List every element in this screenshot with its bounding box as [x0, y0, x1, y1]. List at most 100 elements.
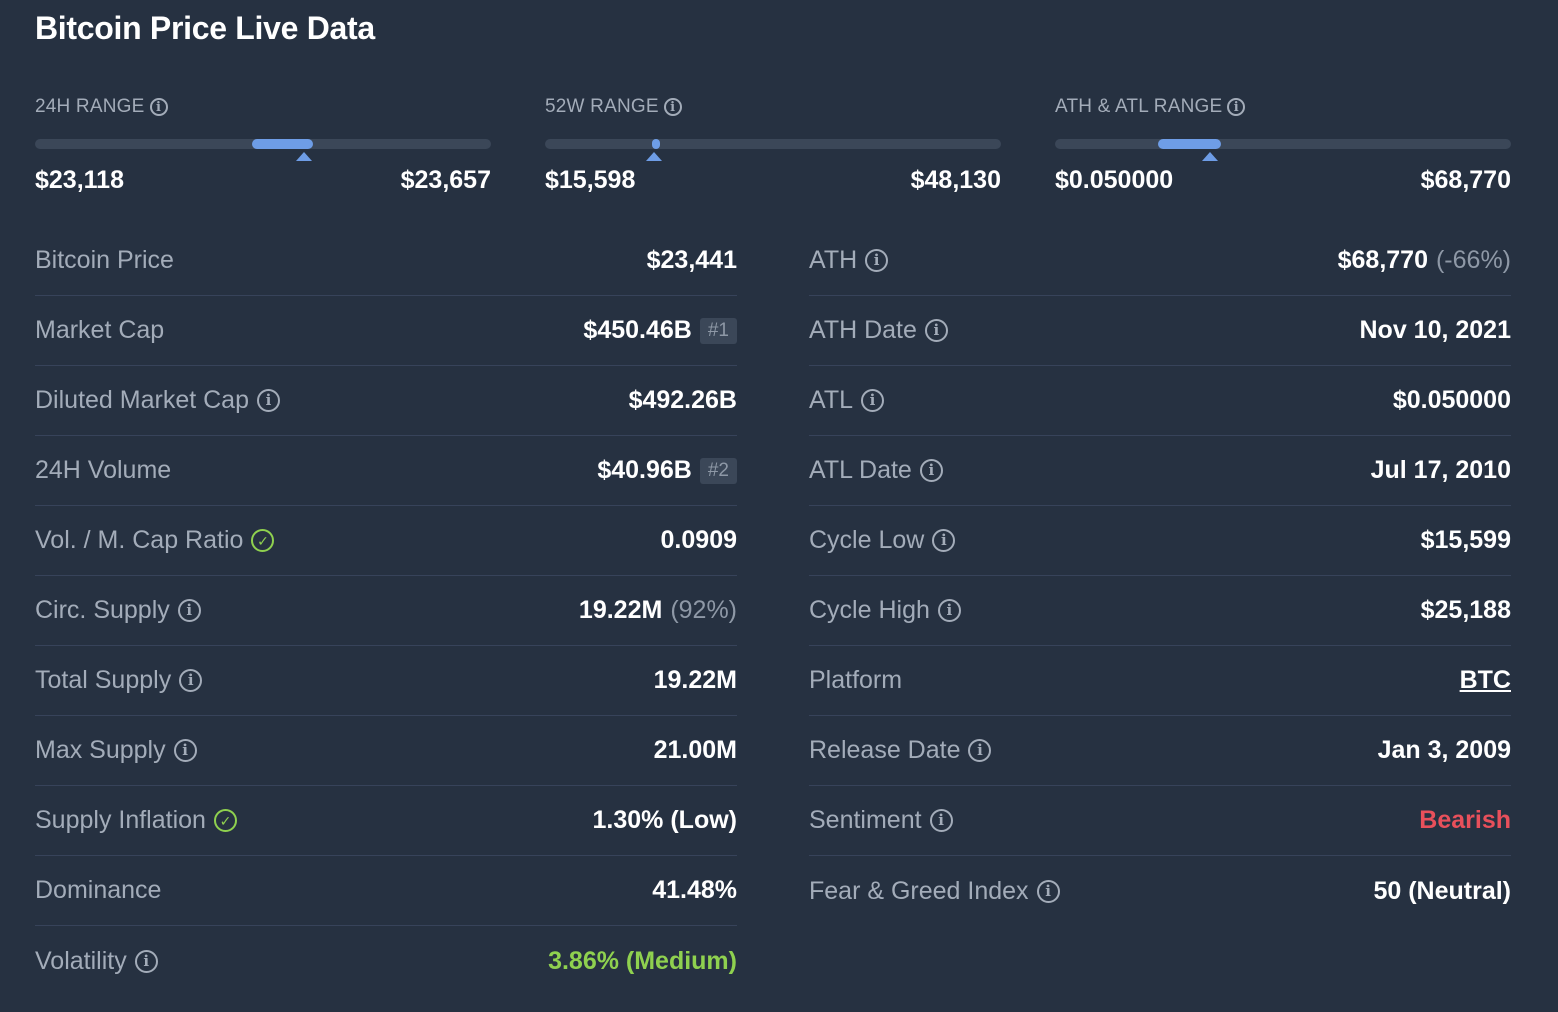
platform-link[interactable]: BTC — [1460, 666, 1511, 695]
stat-label-text: 24H Volume — [35, 456, 172, 484]
stat-value-text: 1.30% (Low) — [592, 806, 737, 834]
stat-label-text: Circ. Supply — [35, 596, 170, 624]
stat-value-text: $68,770 — [1337, 246, 1428, 274]
stat-row-atl-date: ATL Date i Jul 17, 2010 — [809, 436, 1511, 506]
stat-label: Bitcoin Price — [35, 246, 174, 275]
stat-value: Jul 17, 2010 — [1371, 456, 1511, 485]
stat-row-ath-date: ATH Date i Nov 10, 2021 — [809, 296, 1511, 366]
stats-left-column: Bitcoin Price $23,441 Market Cap $450.46B #1… — [35, 226, 737, 996]
range-track — [1055, 139, 1511, 149]
stat-value-text: 21.00M — [653, 736, 737, 764]
range-low: $15,598 — [545, 166, 636, 194]
stat-label-text: Diluted Market Cap — [35, 386, 249, 414]
stat-label-text: Release Date — [809, 736, 961, 764]
stat-value: $0.050000 — [1393, 386, 1511, 415]
stat-value: 0.0909 — [661, 526, 737, 555]
stat-label: Sentiment i — [809, 806, 953, 835]
info-icon[interactable]: i — [256, 389, 280, 412]
stat-row-cycle-low: Cycle Low i $15,599 — [809, 506, 1511, 576]
stat-label-text: Supply Inflation — [35, 806, 206, 834]
stat-value-text: 19.22M — [578, 596, 663, 624]
stat-value-text: 19.22M — [653, 666, 737, 694]
stat-row-supply-inflation: Supply Inflation ✓ 1.30% (Low) — [35, 786, 737, 856]
stat-value-text: $25,188 — [1420, 596, 1511, 624]
range-52w: 52W RANGE i $15,598 $48,130 — [545, 96, 1001, 206]
info-icon[interactable]: i — [968, 739, 992, 762]
info-icon[interactable]: i — [932, 529, 956, 552]
info-icon[interactable]: i — [177, 599, 201, 622]
range-track — [35, 139, 491, 149]
stat-label-text: Platform — [809, 666, 903, 694]
stat-label: Volatility i — [35, 947, 158, 976]
check-circle-icon[interactable]: ✓ — [251, 529, 275, 552]
info-icon[interactable]: i — [179, 669, 203, 692]
stat-value: 50 (Neutral) — [1373, 877, 1511, 906]
stat-value: $450.46B #1 — [583, 316, 737, 345]
stat-row-cycle-high: Cycle High i $25,188 — [809, 576, 1511, 646]
range-low: $0.050000 — [1055, 166, 1174, 194]
range-fill — [1157, 139, 1222, 149]
info-icon[interactable]: i — [929, 809, 953, 832]
stat-label: Circ. Supply i — [35, 596, 201, 625]
range-label: 52W RANGE — [545, 96, 659, 117]
rank-badge: #1 — [699, 317, 737, 344]
stat-label-text: Dominance — [35, 876, 162, 904]
stat-row-market-cap: Market Cap $450.46B #1 — [35, 296, 737, 366]
stat-label-text: Cycle Low — [809, 526, 925, 554]
info-icon[interactable]: i — [861, 389, 884, 412]
stat-label-text: Total Supply — [35, 666, 172, 694]
stat-value: 19.22M (92%) — [579, 596, 737, 625]
stat-value: $15,599 — [1421, 526, 1511, 555]
stat-label: Platform — [809, 666, 902, 695]
range-fill — [251, 139, 314, 149]
stat-value: Jan 3, 2009 — [1378, 736, 1511, 765]
stat-row-dominance: Dominance 41.48% — [35, 856, 737, 926]
info-icon[interactable]: i — [924, 319, 948, 342]
stat-extra: (-66%) — [1435, 246, 1511, 274]
info-icon[interactable]: i — [663, 98, 682, 116]
stat-row-atl: ATL i $0.050000 — [809, 366, 1511, 436]
current-price-marker — [646, 152, 663, 161]
range-fill — [652, 139, 661, 149]
stat-label-text: Volatility — [35, 946, 127, 975]
info-icon[interactable]: i — [149, 98, 168, 116]
stat-row-bitcoin-price: Bitcoin Price $23,441 — [35, 226, 737, 296]
current-price-marker — [1202, 152, 1219, 161]
stat-label-text: Max Supply — [35, 736, 166, 764]
range-low: $23,118 — [35, 166, 124, 194]
stat-value-text: Jan 3, 2009 — [1377, 736, 1511, 764]
info-icon[interactable]: i — [173, 739, 197, 762]
stat-value-text: Jul 17, 2010 — [1370, 456, 1511, 484]
stat-label: ATH Date i — [809, 316, 948, 345]
stat-value-text: $0.050000 — [1392, 386, 1511, 414]
stat-label: Cycle Low i — [809, 526, 956, 555]
stat-row-circ-supply: Circ. Supply i 19.22M (92%) — [35, 576, 737, 646]
info-icon[interactable]: i — [134, 949, 158, 973]
stat-row-release-date: Release Date i Jan 3, 2009 — [809, 716, 1511, 786]
stat-label: Dominance — [35, 876, 161, 905]
check-circle-icon[interactable]: ✓ — [213, 809, 237, 832]
stat-value-text: 0.0909 — [660, 526, 737, 554]
stat-row-total-supply: Total Supply i 19.22M — [35, 646, 737, 716]
info-icon[interactable]: i — [1036, 879, 1060, 903]
stat-label: ATL i — [809, 386, 884, 415]
stat-label: Cycle High i — [809, 596, 961, 625]
rank-badge: #2 — [699, 457, 737, 484]
info-icon[interactable]: i — [865, 249, 889, 272]
stat-label-text: Market Cap — [35, 316, 165, 344]
info-icon[interactable]: i — [937, 599, 961, 622]
range-label: ATH & ATL RANGE — [1055, 96, 1223, 117]
stat-label-text: ATH — [809, 246, 858, 274]
stat-value: 41.48% — [652, 876, 737, 905]
stat-value-text: Bearish — [1419, 806, 1511, 834]
stat-label-text: ATL — [809, 386, 853, 414]
stat-value: Bearish — [1419, 806, 1511, 835]
stat-value-text: 50 (Neutral) — [1373, 876, 1511, 905]
stat-value-text: $492.26B — [628, 386, 737, 414]
stat-value-text: 41.48% — [652, 876, 737, 904]
stat-label-text: Bitcoin Price — [35, 246, 174, 274]
info-icon[interactable]: i — [1227, 98, 1246, 116]
range-high: $48,130 — [910, 166, 1001, 194]
info-icon[interactable]: i — [919, 459, 943, 482]
range-high: $23,657 — [400, 166, 491, 194]
